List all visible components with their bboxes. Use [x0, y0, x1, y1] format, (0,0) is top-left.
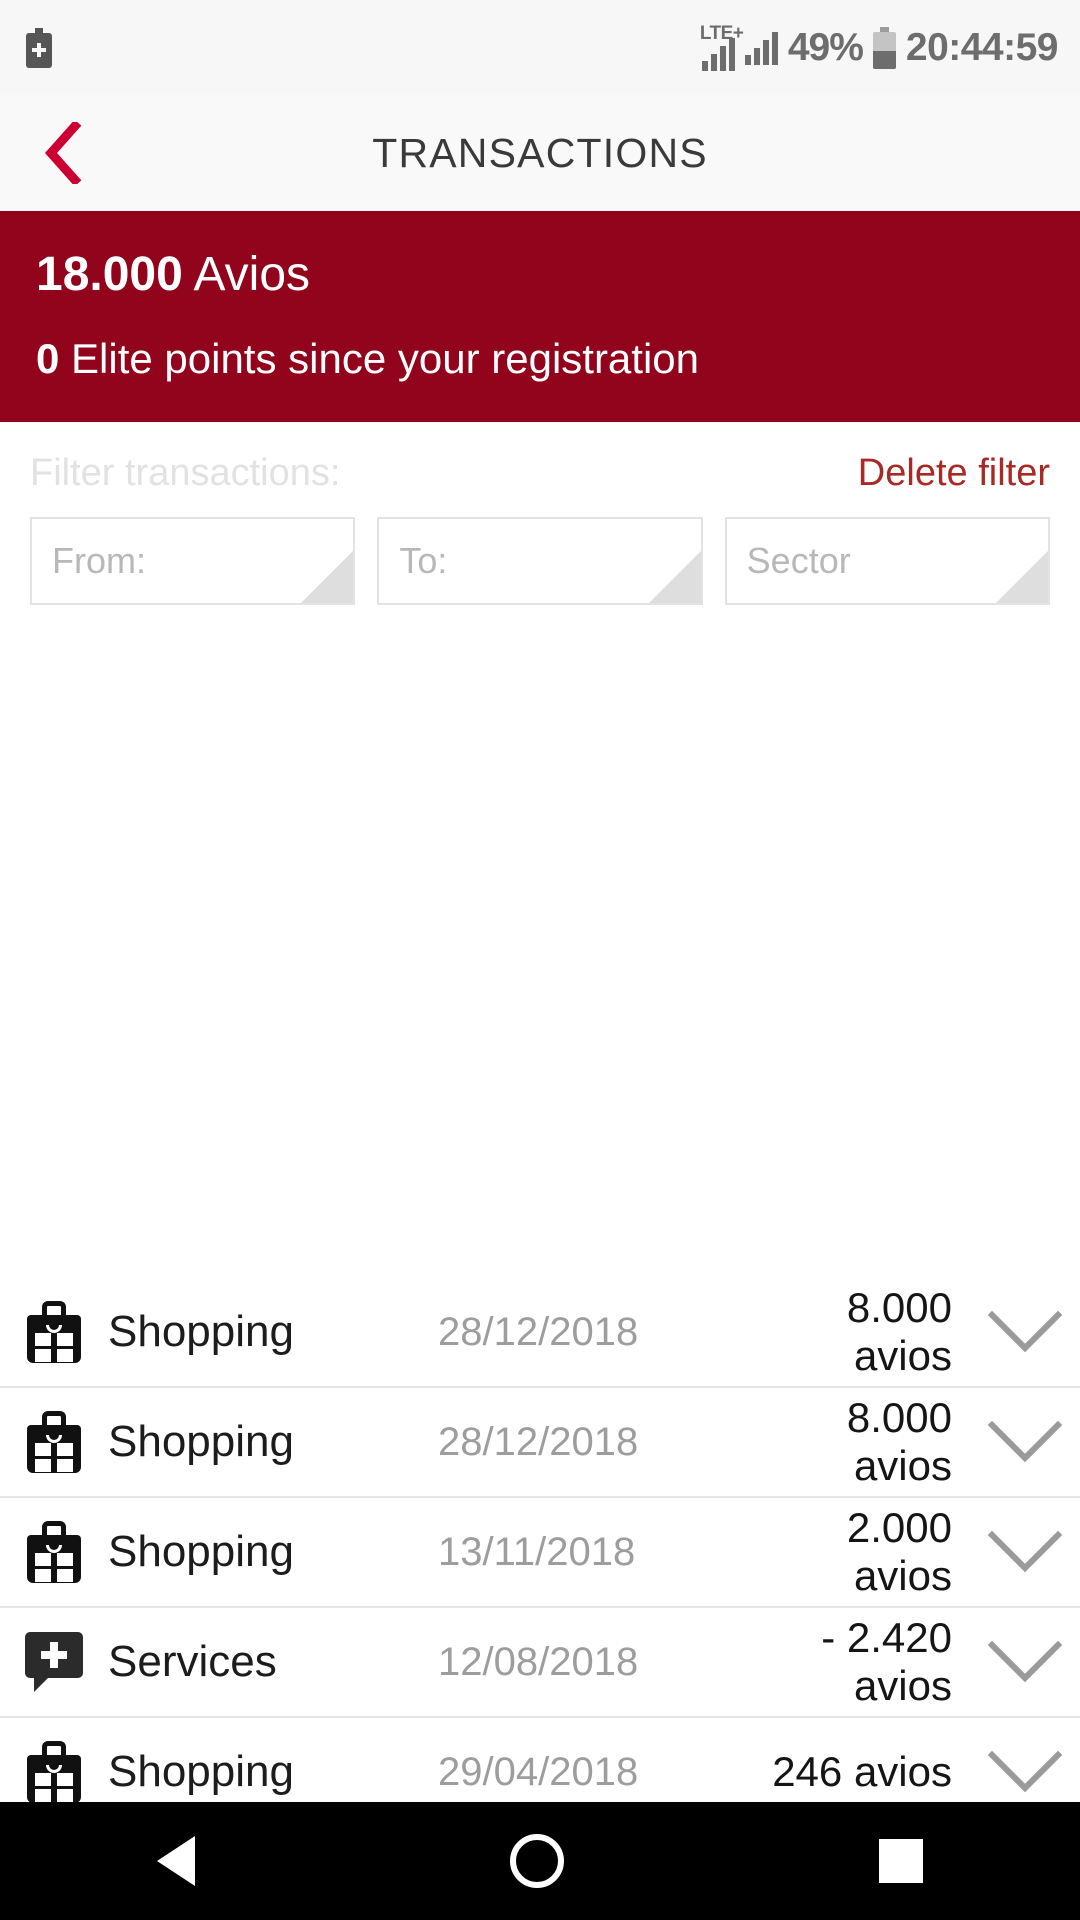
chevron-down-icon — [987, 1420, 1063, 1463]
square-recents-icon[interactable] — [878, 1839, 923, 1883]
chevron-down-icon — [987, 1750, 1063, 1793]
transaction-category-icon — [0, 1301, 108, 1363]
transaction-expand-button[interactable] — [970, 1309, 1080, 1355]
transaction-category: Services — [108, 1637, 277, 1686]
services-icon — [25, 1632, 83, 1692]
transaction-category: Shopping — [108, 1527, 294, 1576]
transaction-list-viewport: Shopping 28/12/2018 8.000 avios Shopping 28/… — [0, 0, 1080, 1802]
transaction-category: Shopping — [108, 1417, 294, 1466]
table-row[interactable]: Shopping 28/12/2018 8.000 avios — [0, 1278, 1080, 1388]
table-row[interactable]: Shopping 13/11/2018 2.000 avios — [0, 1498, 1080, 1608]
transaction-amount: 8.000 avios — [846, 1394, 952, 1489]
transaction-date: 29/04/2018 — [438, 1749, 639, 1794]
chevron-down-icon — [987, 1640, 1063, 1683]
triangle-back-icon[interactable] — [157, 1836, 196, 1886]
chevron-down-icon — [987, 1310, 1063, 1353]
transaction-category-icon — [0, 1521, 108, 1583]
transaction-expand-button[interactable] — [970, 1749, 1080, 1795]
transaction-date: 13/11/2018 — [438, 1529, 636, 1574]
table-row[interactable]: Shopping 28/12/2018 8.000 avios — [0, 1388, 1080, 1498]
transaction-amount: 246 avios — [772, 1748, 952, 1795]
transaction-expand-button[interactable] — [970, 1529, 1080, 1575]
transaction-category-icon — [0, 1741, 108, 1802]
shopping-bag-icon — [27, 1301, 81, 1363]
system-navigation-bar — [0, 1802, 1080, 1920]
transaction-date: 12/08/2018 — [438, 1639, 639, 1684]
shopping-bag-icon — [27, 1411, 81, 1473]
shopping-bag-icon — [27, 1521, 81, 1583]
table-row[interactable]: Shopping 29/04/2018 246 avios — [0, 1718, 1080, 1802]
transaction-date: 28/12/2018 — [438, 1419, 639, 1464]
transaction-list[interactable]: Shopping 28/12/2018 8.000 avios Shopping 28/… — [0, 1278, 1080, 1802]
transaction-category: Shopping — [108, 1747, 294, 1796]
transaction-category-icon — [0, 1411, 108, 1473]
transaction-amount: - 2.420 avios — [821, 1614, 952, 1709]
transaction-category-icon — [0, 1632, 108, 1692]
transaction-expand-button[interactable] — [970, 1639, 1080, 1685]
transaction-amount: 2.000 avios — [846, 1504, 952, 1599]
chevron-down-icon — [987, 1530, 1063, 1573]
transaction-expand-button[interactable] — [970, 1419, 1080, 1465]
circle-home-icon[interactable] — [509, 1834, 564, 1888]
transaction-category: Shopping — [108, 1307, 294, 1356]
transaction-date: 28/12/2018 — [438, 1309, 639, 1354]
table-row[interactable]: Services 12/08/2018 - 2.420 avios — [0, 1608, 1080, 1718]
transaction-amount: 8.000 avios — [846, 1284, 952, 1379]
shopping-bag-icon — [27, 1741, 81, 1802]
